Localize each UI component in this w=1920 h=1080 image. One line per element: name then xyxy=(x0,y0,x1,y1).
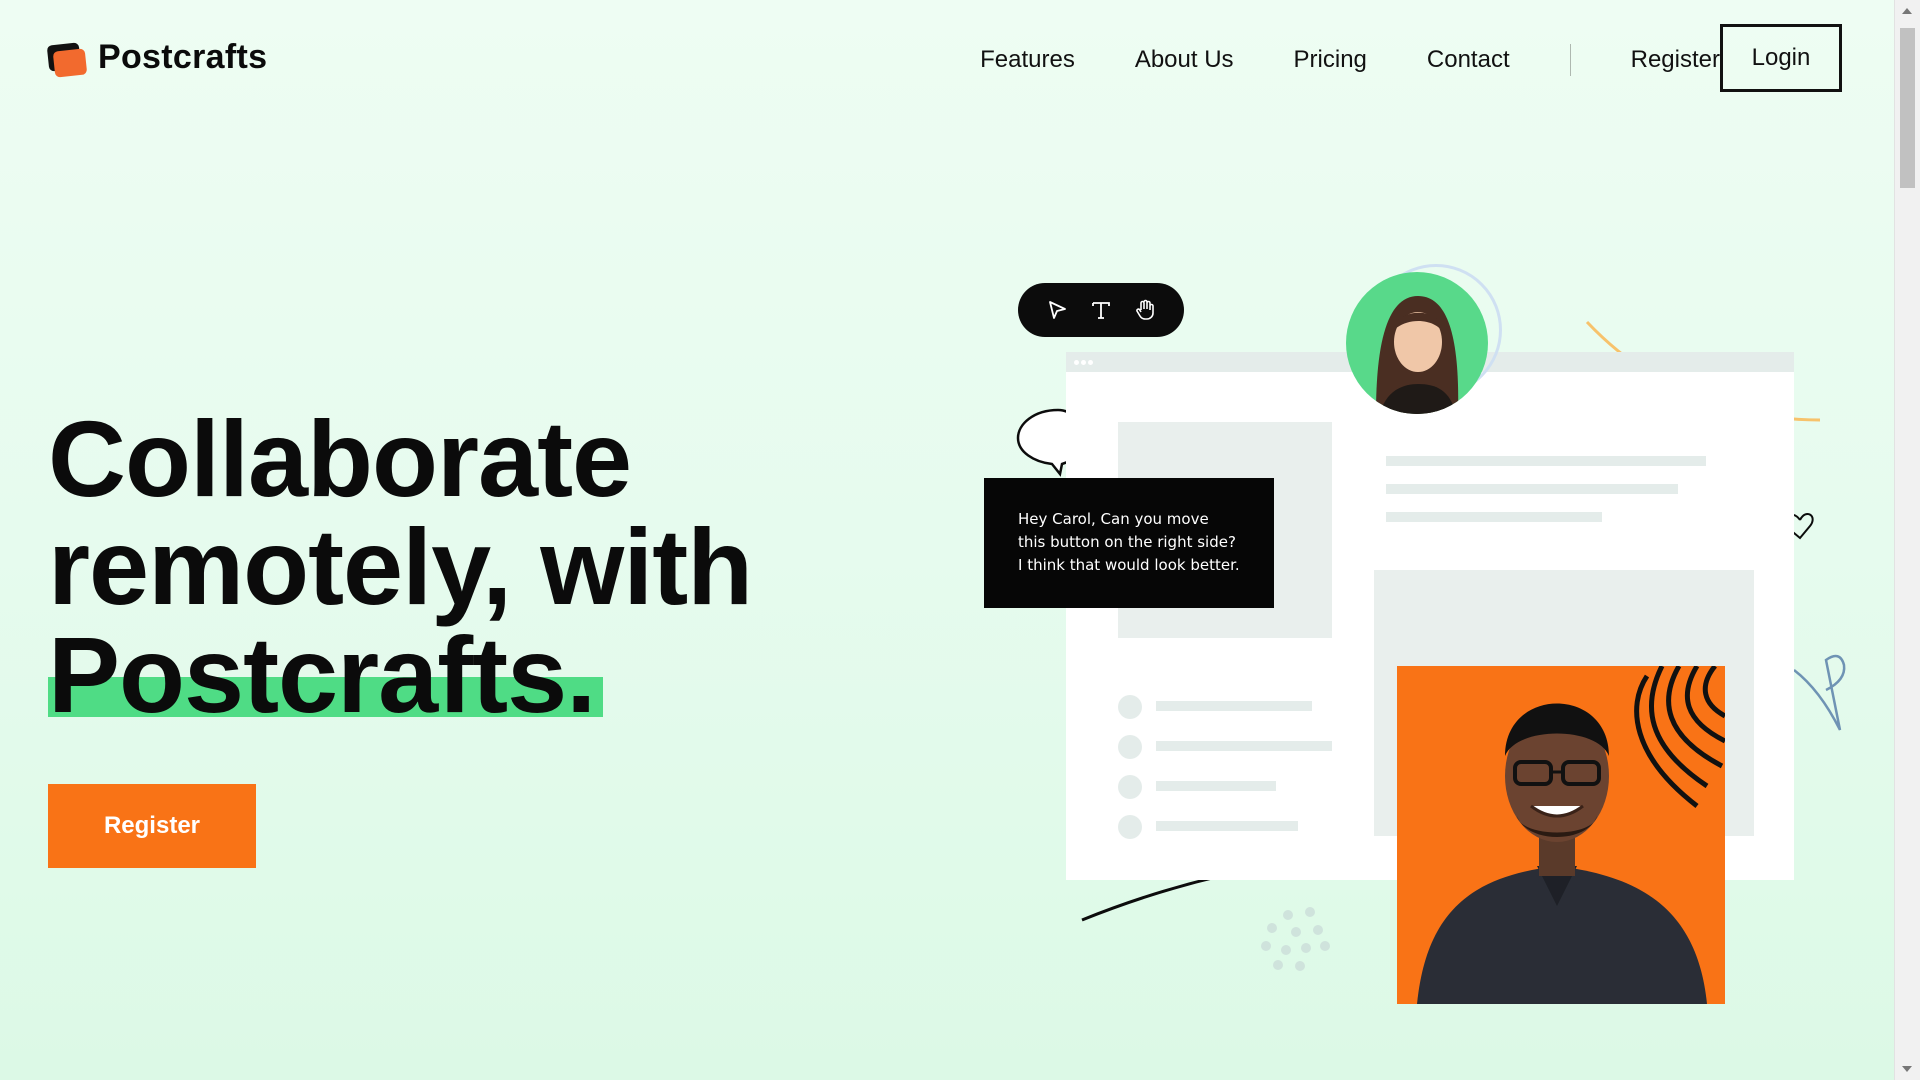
hero-heading: Collaborate remotely, with Postcrafts. xyxy=(48,398,753,735)
nav-about-us[interactable]: About Us xyxy=(1135,40,1234,80)
hero-illustration: Hey Carol, Can you move this button on t… xyxy=(980,260,1860,1020)
dot-cluster xyxy=(1261,907,1330,971)
scroll-down-arrow-icon[interactable] xyxy=(1902,1066,1912,1072)
mock-list-dot xyxy=(1118,695,1142,719)
login-button[interactable]: Login xyxy=(1720,24,1842,92)
mock-list-line xyxy=(1156,741,1332,751)
brand-name: Postcrafts xyxy=(98,38,268,76)
nav-pricing[interactable]: Pricing xyxy=(1294,40,1367,80)
collaborator-avatar-woman xyxy=(1346,272,1488,414)
hand-icon[interactable] xyxy=(1131,296,1159,324)
mock-list-line xyxy=(1156,781,1276,791)
nav-contact[interactable]: Contact xyxy=(1427,40,1510,80)
mock-list-line xyxy=(1156,701,1312,711)
main-nav: Features About Us Pricing Contact Regist… xyxy=(920,40,1720,80)
register-cta-button[interactable]: Register xyxy=(48,784,256,868)
mock-text-line xyxy=(1386,456,1706,466)
collaborator-portrait-man xyxy=(1397,666,1725,1004)
editor-toolbar xyxy=(1018,283,1184,337)
page-scrollbar[interactable] xyxy=(1894,0,1920,1080)
hero-heading-line-2: remotely, with xyxy=(48,506,753,627)
fingerprint-icon xyxy=(1634,666,1725,808)
brand-logo[interactable]: Postcrafts xyxy=(46,38,268,78)
mock-text-line xyxy=(1386,512,1602,522)
hero-heading-highlight: Postcrafts. xyxy=(48,614,604,735)
page: Postcrafts Features About Us Pricing Con… xyxy=(0,0,1920,1080)
mock-list-line xyxy=(1156,821,1298,831)
mock-text-line xyxy=(1386,484,1678,494)
nav-divider xyxy=(1569,44,1571,76)
mock-list-dot xyxy=(1118,815,1142,839)
pointer-icon[interactable] xyxy=(1043,296,1071,324)
scroll-up-arrow-icon[interactable] xyxy=(1902,8,1912,14)
hero-heading-line-1: Collaborate xyxy=(48,398,632,519)
logo-icon xyxy=(46,40,88,78)
blue-loop xyxy=(1793,654,1846,731)
scrollbar-thumb[interactable] xyxy=(1900,28,1915,188)
text-icon[interactable] xyxy=(1087,296,1115,324)
nav-features[interactable]: Features xyxy=(980,40,1075,80)
comment-tooltip: Hey Carol, Can you move this button on t… xyxy=(984,478,1274,608)
mock-list-dot xyxy=(1118,775,1142,799)
mock-list-dot xyxy=(1118,735,1142,759)
nav-register-link[interactable]: Register xyxy=(1631,40,1720,80)
